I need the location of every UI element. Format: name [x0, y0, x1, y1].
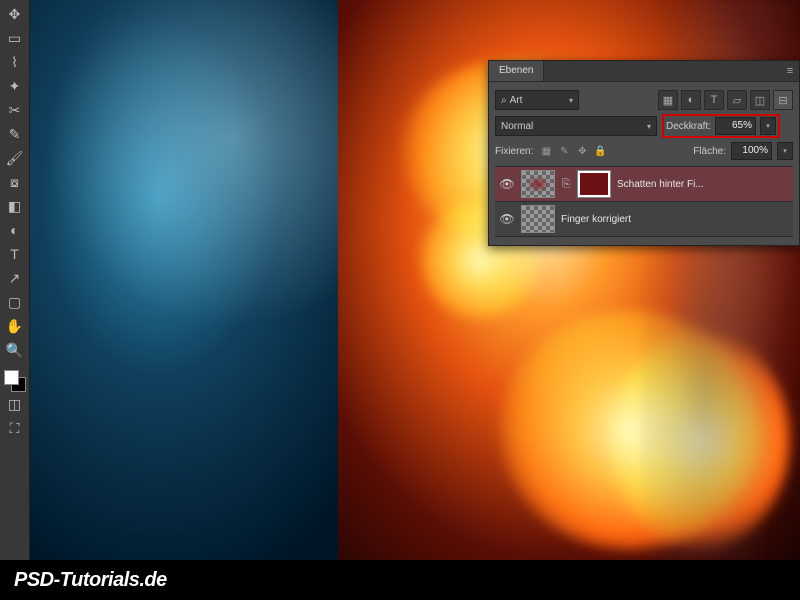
layer-row[interactable]: 👁 ⎘ Schatten hinter Fi... — [495, 167, 793, 202]
layer-mask-thumbnail[interactable] — [577, 170, 611, 198]
layer-thumbnail[interactable] — [521, 170, 555, 198]
foreground-swatch[interactable] — [4, 370, 19, 385]
layer-name[interactable]: Schatten hinter Fi... — [617, 179, 789, 190]
tool-zoom[interactable]: 🔍 — [4, 339, 26, 361]
tool-crop[interactable]: ✂ — [4, 99, 26, 121]
blend-mode-select[interactable]: Normal ▾ — [495, 116, 657, 136]
filter-smart-icon[interactable]: ◫ — [750, 90, 770, 110]
tool-hand[interactable]: ✋ — [4, 315, 26, 337]
layer-filter-select[interactable]: ⌕ Art ▾ — [495, 90, 579, 110]
fill-value[interactable]: 100% — [731, 142, 772, 160]
fill-label: Fläche: — [693, 146, 726, 157]
lock-position-icon[interactable]: ✥ — [574, 143, 590, 159]
tool-type[interactable]: T — [4, 243, 26, 265]
filter-toggle-icon[interactable]: ⊟ — [773, 90, 793, 110]
tool-shape[interactable]: ▢ — [4, 291, 26, 313]
tool-stamp[interactable]: ⧇ — [4, 171, 26, 193]
opacity-dropdown[interactable]: ▾ — [760, 117, 776, 135]
chevron-down-icon: ▾ — [569, 96, 573, 105]
tab-layers[interactable]: Ebenen — [489, 61, 544, 81]
tool-lasso[interactable]: ⌇ — [4, 51, 26, 73]
opacity-value[interactable]: 65% — [715, 117, 756, 135]
tool-quickmask[interactable]: ◫ — [4, 393, 26, 415]
filter-pixel-icon[interactable]: ▦ — [658, 90, 678, 110]
layers-panel: Ebenen ≡ ⌕ Art ▾ ▦ ◐ T ▱ ◫ ⊟ — [488, 60, 800, 246]
color-swatches[interactable] — [4, 370, 26, 392]
tool-wand[interactable]: ✦ — [4, 75, 26, 97]
layer-thumbnail[interactable] — [521, 205, 555, 233]
panel-menu-icon[interactable]: ≡ — [781, 65, 799, 77]
watermark-text: PSD-Tutorials.de — [14, 569, 167, 592]
tool-eyedropper[interactable]: ✎ — [4, 123, 26, 145]
mask-link-icon[interactable]: ⎘ — [561, 178, 571, 191]
tool-eraser[interactable]: ◧ — [4, 195, 26, 217]
lock-all-icon[interactable]: 🔒 — [592, 143, 608, 159]
tool-marquee[interactable]: ▭ — [4, 27, 26, 49]
visibility-eye-icon[interactable]: 👁 — [499, 211, 515, 227]
tool-gradient[interactable]: ◐ — [4, 219, 26, 241]
opacity-label: Deckkraft: — [666, 121, 711, 132]
tool-screenmode[interactable]: ⛶ — [4, 417, 26, 439]
tool-path[interactable]: ↗ — [4, 267, 26, 289]
filter-adjust-icon[interactable]: ◐ — [681, 90, 701, 110]
chevron-down-icon: ▾ — [647, 122, 651, 131]
panel-header: Ebenen ≡ — [489, 61, 799, 82]
layer-row[interactable]: 👁 Finger korrigiert — [495, 202, 793, 237]
lock-transparency-icon[interactable]: ▦ — [538, 143, 554, 159]
layer-list: 👁 ⎘ Schatten hinter Fi... 👁 Finger korri… — [495, 166, 793, 237]
visibility-eye-icon[interactable]: 👁 — [499, 176, 515, 192]
tool-move[interactable]: ✥ — [4, 3, 26, 25]
lock-pixels-icon[interactable]: ✎ — [556, 143, 572, 159]
magnify-icon: ⌕ — [501, 95, 507, 106]
filter-shape-icon[interactable]: ▱ — [727, 90, 747, 110]
watermark-bar: PSD-Tutorials.de — [0, 560, 800, 600]
opacity-highlight: Deckkraft: 65% ▾ — [662, 114, 780, 138]
filter-type-icon[interactable]: T — [704, 90, 724, 110]
tools-toolbar: ✥ ▭ ⌇ ✦ ✂ ✎ 🖌 ⧇ ◧ ◐ T ↗ ▢ ✋ 🔍 ◫ ⛶ — [0, 0, 30, 600]
tool-brush[interactable]: 🖌 — [4, 147, 26, 169]
lock-label: Fixieren: — [495, 146, 533, 157]
layer-name[interactable]: Finger korrigiert — [561, 214, 789, 225]
fill-dropdown[interactable]: ▾ — [777, 142, 793, 160]
